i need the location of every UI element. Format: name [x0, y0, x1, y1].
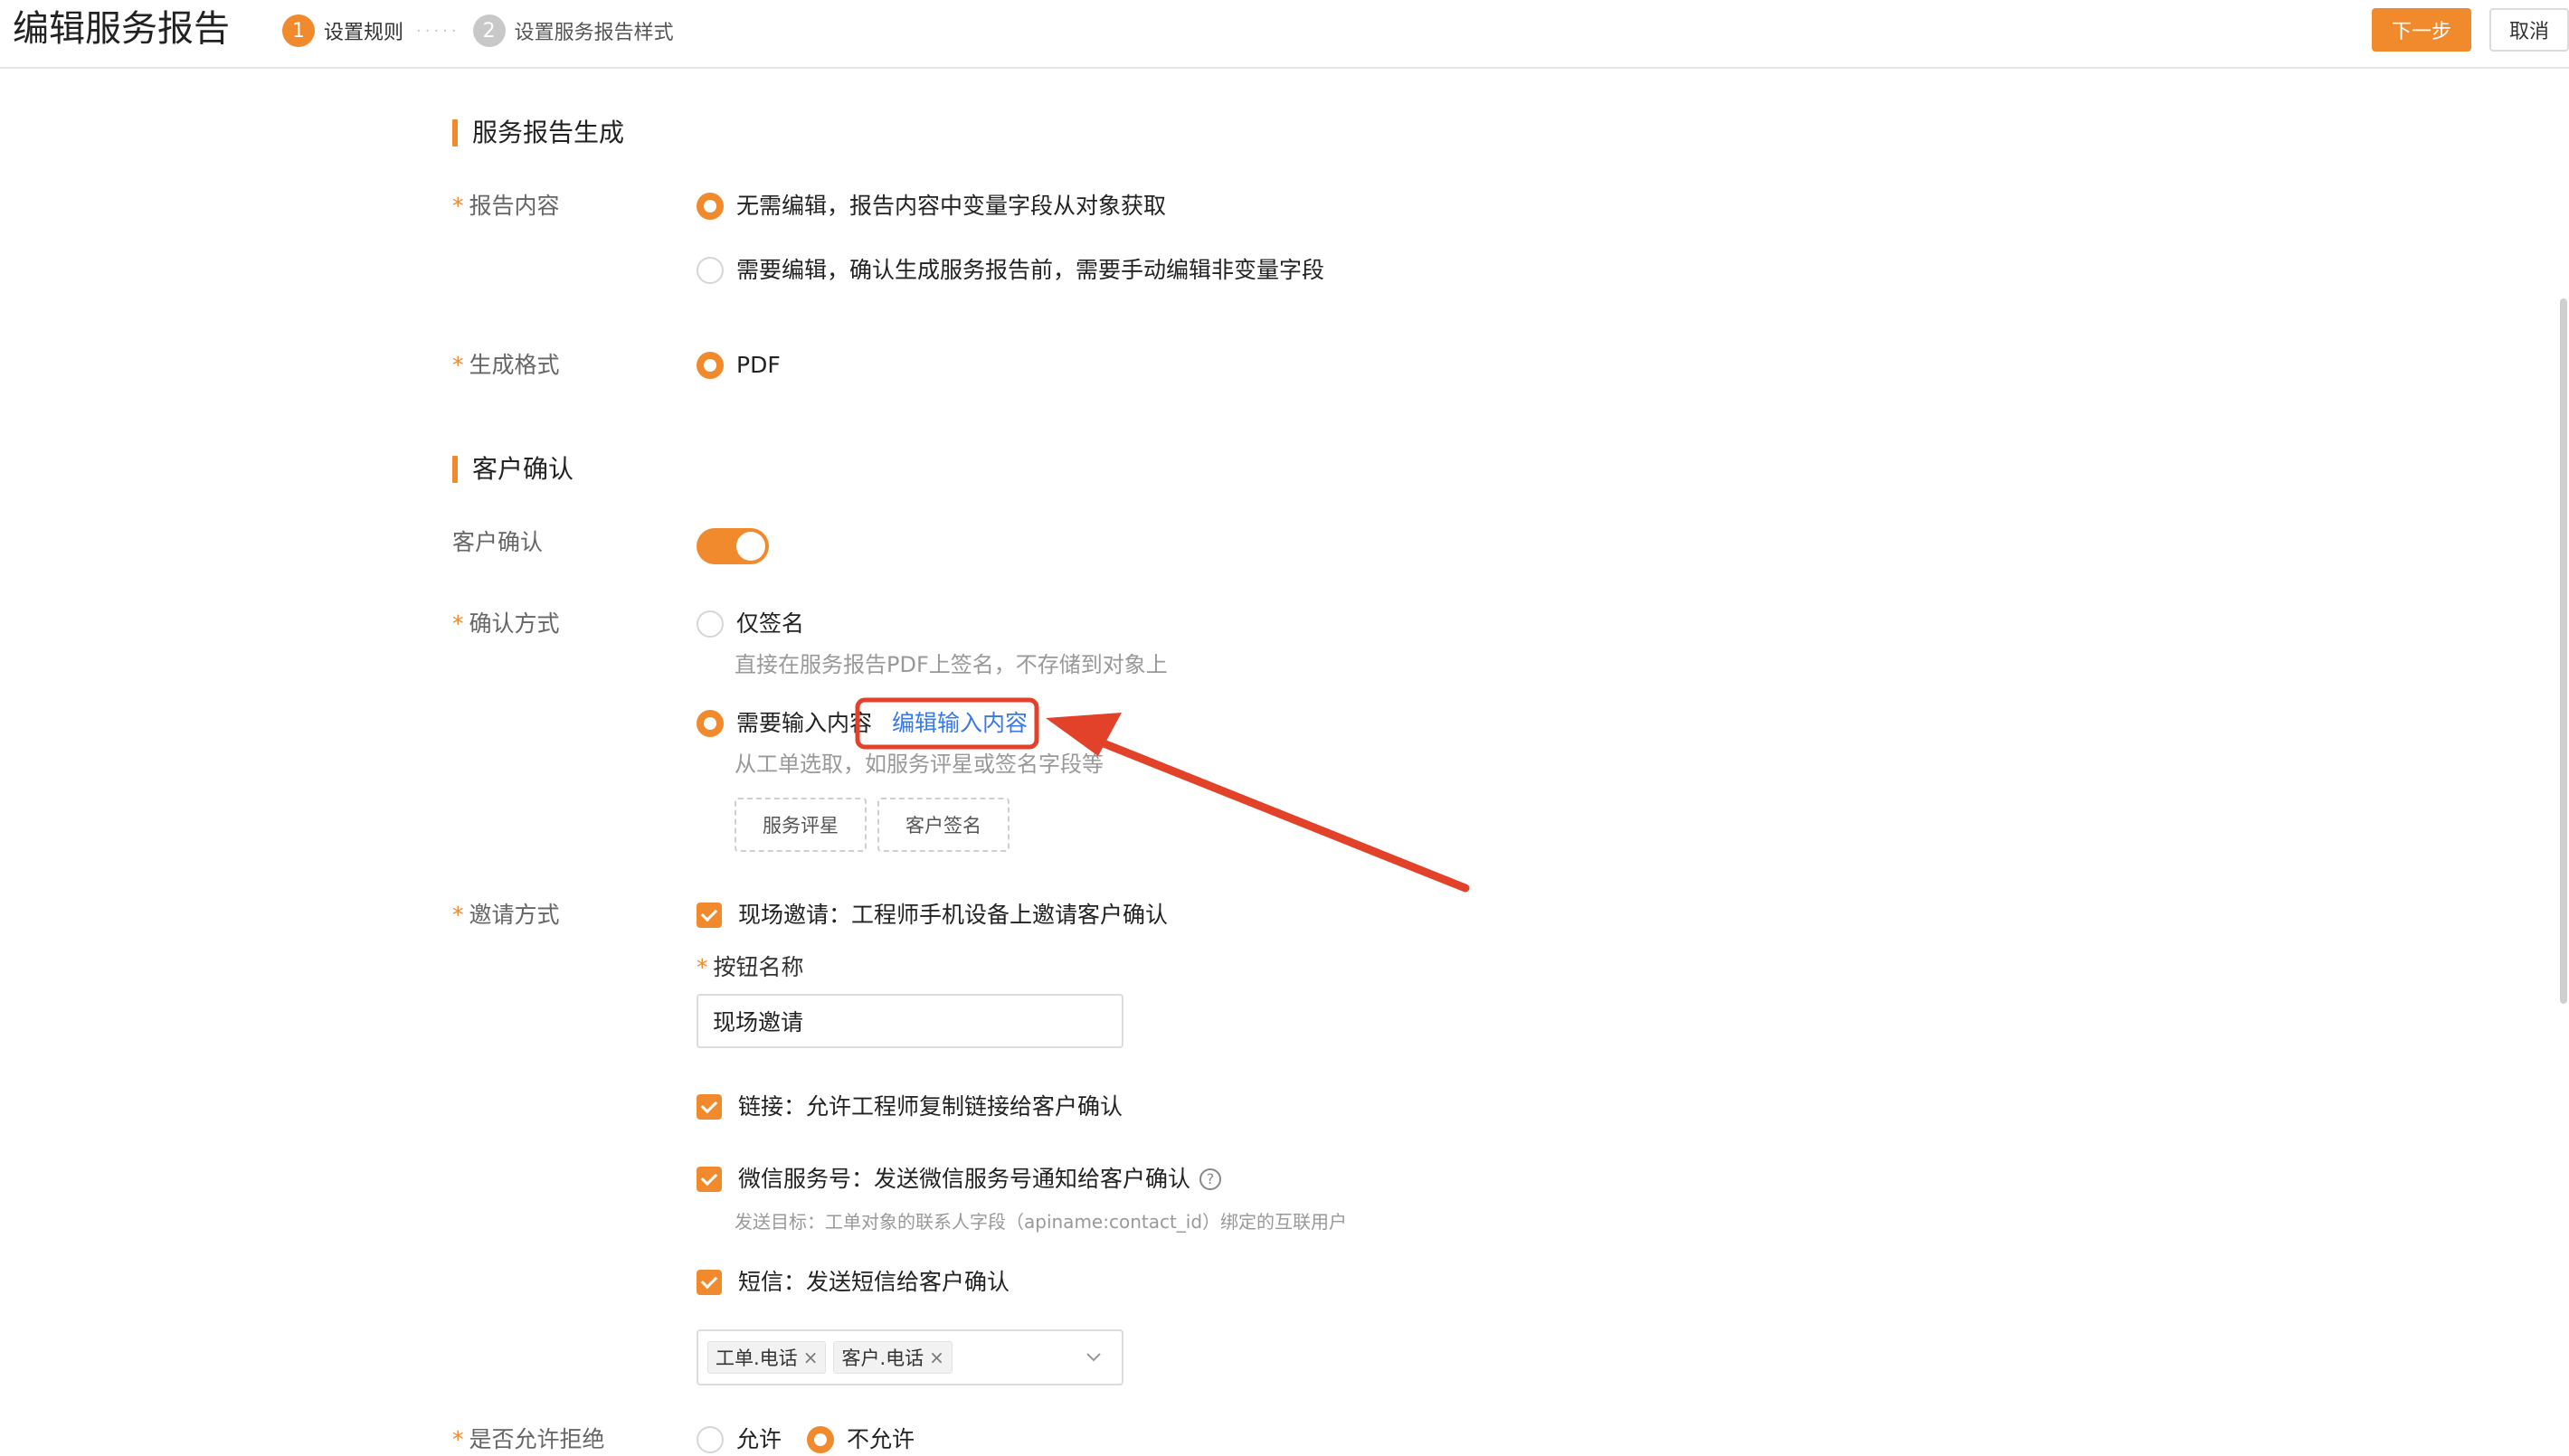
sign-only-hint: 直接在服务报告PDF上签名，不存储到对象上 [735, 652, 1168, 677]
chip-remove-icon[interactable]: × [803, 1347, 819, 1368]
sms-target-chip: 客户.电话 × [833, 1341, 953, 1374]
invite-sms-checkbox[interactable]: 短信：发送短信给客户确认 [697, 1268, 1010, 1297]
checkbox-checked-icon[interactable] [697, 1167, 722, 1192]
toggle-knob [736, 532, 765, 561]
radio-selected-icon[interactable] [807, 1426, 834, 1453]
checkbox-checked-icon[interactable] [697, 1094, 722, 1120]
section-title-confirm: 客户确认 [452, 454, 574, 485]
button-name-input[interactable] [697, 994, 1123, 1048]
reject-allow-option[interactable]: 允许 [697, 1425, 782, 1454]
field-tag-service-rating[interactable]: 服务评星 [735, 798, 867, 852]
invite-method-label: * 邀请方式 [452, 902, 560, 928]
confirm-method-sign-only[interactable]: 仅签名 [697, 610, 804, 638]
report-content-option-edit[interactable]: 需要编辑，确认生成服务报告前，需要手动编辑非变量字段 [697, 256, 1324, 285]
step-2-number: 2 [472, 14, 506, 47]
section-title-report: 服务报告生成 [452, 118, 624, 148]
confirm-method-label: * 确认方式 [452, 610, 560, 637]
invite-link-checkbox[interactable]: 链接：允许工程师复制链接给客户确认 [697, 1092, 1123, 1121]
input-method-hint: 从工单选取，如服务评星或签名字段等 [735, 752, 1104, 777]
scrollbar-thumb[interactable] [2560, 298, 2567, 1004]
step-1-label[interactable]: 设置规则 [324, 16, 403, 45]
confirm-method-input[interactable]: 需要输入内容 编辑输入内容 [697, 709, 1028, 738]
customer-confirm-toggle[interactable] [697, 528, 769, 564]
report-content-label: * 报告内容 [452, 193, 560, 219]
allow-reject-label: * 是否允许拒绝 [452, 1426, 605, 1452]
radio-unselected-icon[interactable] [697, 257, 724, 284]
radio-selected-icon[interactable] [697, 710, 724, 737]
annotation-overlay [855, 697, 1470, 893]
sms-target-chip: 工单.电话 × [707, 1341, 827, 1374]
step-2-label[interactable]: 设置服务报告样式 [515, 16, 674, 45]
cancel-button[interactable]: 取消 [2489, 8, 2569, 52]
stepper: 1 设置规则 ····· 2 设置服务报告样式 [282, 13, 674, 49]
chevron-down-icon[interactable] [1080, 1344, 1107, 1371]
step-connector: ····· [416, 21, 460, 41]
chip-remove-icon[interactable]: × [929, 1347, 944, 1368]
checkbox-checked-icon[interactable] [697, 903, 722, 928]
invite-wechat-checkbox[interactable]: 微信服务号：发送微信服务号通知给客户确认 ? [697, 1165, 1222, 1194]
header-bar: 编辑服务报告 1 设置规则 ····· 2 设置服务报告样式 下一步 取消 [0, 0, 2569, 69]
invite-onsite-checkbox[interactable]: 现场邀请：工程师手机设备上邀请客户确认 [697, 901, 1168, 930]
annotation-arrow-shaft [1090, 735, 1470, 893]
button-name-label: * 按钮名称 [697, 954, 804, 980]
radio-selected-icon[interactable] [697, 193, 724, 220]
field-tag-customer-signature[interactable]: 客户签名 [877, 798, 1010, 852]
page-title: 编辑服务报告 [13, 8, 230, 50]
next-step-button[interactable]: 下一步 [2372, 8, 2471, 52]
edit-input-content-link[interactable]: 编辑输入内容 [892, 709, 1028, 738]
sms-target-select[interactable]: 工单.电话 × 客户.电话 × [697, 1329, 1123, 1385]
radio-selected-icon[interactable] [697, 352, 724, 379]
radio-unselected-icon[interactable] [697, 1426, 724, 1453]
customer-confirm-label: 客户确认 [452, 529, 544, 555]
format-option-pdf[interactable]: PDF [697, 351, 781, 380]
checkbox-checked-icon[interactable] [697, 1270, 722, 1295]
step-1-number: 1 [282, 14, 315, 47]
report-content-option-no-edit[interactable]: 无需编辑，报告内容中变量字段从对象获取 [697, 192, 1166, 221]
help-icon[interactable]: ? [1199, 1168, 1222, 1190]
radio-unselected-icon[interactable] [697, 610, 724, 638]
wechat-hint: 发送目标：工单对象的联系人字段（apiname:contact_id）绑定的互联… [735, 1211, 1348, 1233]
format-label: * 生成格式 [452, 352, 560, 378]
reject-deny-option[interactable]: 不允许 [807, 1425, 915, 1454]
annotation-arrow-head [1046, 713, 1122, 756]
